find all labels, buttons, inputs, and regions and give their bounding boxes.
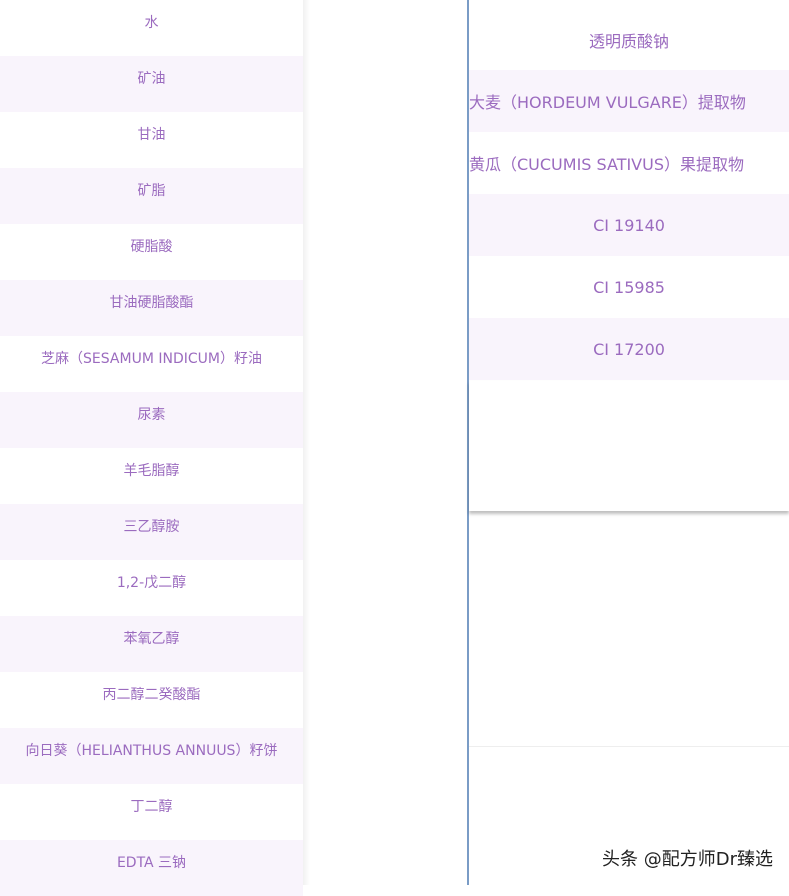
list-item: 矿脂 xyxy=(0,168,303,224)
list-item: 芝麻（SESAMUM INDICUM）籽油 xyxy=(0,336,303,392)
ingredient-name: 三乙醇胺 xyxy=(123,519,180,535)
list-item: 大麦（HORDEUM VULGARE）提取物 xyxy=(469,70,789,132)
ingredient-name: 黄瓜（CUCUMIS SATIVUS）果提取物 xyxy=(469,155,744,174)
ingredient-name: 苯氧乙醇 xyxy=(123,631,180,647)
list-item: 向日葵（HELIANTHUS ANNUUS）籽饼 xyxy=(0,728,303,784)
list-item: 羊毛脂醇 xyxy=(0,448,303,504)
list-item: CI 15985 xyxy=(469,256,789,318)
ingredient-name: 1,2-戊二醇 xyxy=(116,575,187,591)
list-item: 丙二醇二癸酸酯 xyxy=(0,672,303,728)
list-item: 矿油 xyxy=(0,56,303,112)
list-item: 黄瓜（CUCUMIS SATIVUS）果提取物 xyxy=(469,132,789,194)
ingredient-name: 水 xyxy=(144,15,159,31)
ingredient-name: 羊毛脂醇 xyxy=(123,463,180,479)
ingredient-name: CI 17200 xyxy=(593,339,665,359)
ingredient-name: 矿油 xyxy=(137,71,166,87)
list-edge-shadow xyxy=(303,0,310,885)
left-ingredient-list: 水 矿油 甘油 矿脂 硬脂酸 甘油硬脂酸酯 芝麻（SESAMUM INDICUM… xyxy=(0,0,310,896)
list-item: 透明质酸钠 xyxy=(469,0,789,70)
ingredient-name: 向日葵（HELIANTHUS ANNUUS）籽饼 xyxy=(25,743,278,759)
ingredient-name: 透明质酸钠 xyxy=(588,32,669,51)
list-item: 水 xyxy=(0,0,303,56)
empty-card xyxy=(469,381,789,511)
ingredient-name: 丁二醇 xyxy=(130,799,173,815)
ingredient-name: CI 15985 xyxy=(593,277,665,297)
ingredient-name: 尿素 xyxy=(137,407,166,423)
list-item: 苯氧乙醇 xyxy=(0,616,303,672)
separator-line xyxy=(469,746,789,747)
ingredient-name: 甘油硬脂酸酯 xyxy=(109,295,194,311)
ingredient-name: 丙二醇二癸酸酯 xyxy=(102,687,201,703)
ingredient-name: 硬脂酸 xyxy=(130,239,173,255)
list-item: 丁二醇 xyxy=(0,784,303,840)
right-panel: 透明质酸钠 大麦（HORDEUM VULGARE）提取物 黄瓜（CUCUMIS … xyxy=(469,0,789,885)
ingredient-name: CI 19140 xyxy=(593,215,665,235)
list-item: 硬脂酸 xyxy=(0,224,303,280)
ingredient-name: 大麦（HORDEUM VULGARE）提取物 xyxy=(469,93,746,112)
list-item: 甘油硬脂酸酯 xyxy=(0,280,303,336)
ingredient-name: 芝麻（SESAMUM INDICUM）籽油 xyxy=(41,351,262,367)
ingredient-name: 矿脂 xyxy=(137,183,166,199)
list-item: 1,2-戊二醇 xyxy=(0,560,303,616)
ingredient-name: EDTA 三钠 xyxy=(116,855,187,871)
list-item: EDTA 三钠 xyxy=(0,840,303,896)
watermark: 头条 @配方师Dr臻选 xyxy=(602,849,773,870)
list-item: 三乙醇胺 xyxy=(0,504,303,560)
list-item: 尿素 xyxy=(0,392,303,448)
list-item: CI 19140 xyxy=(469,194,789,256)
list-item: CI 17200 xyxy=(469,318,789,380)
list-item: 甘油 xyxy=(0,112,303,168)
right-ingredient-list: 透明质酸钠 大麦（HORDEUM VULGARE）提取物 黄瓜（CUCUMIS … xyxy=(469,0,789,382)
ingredient-name: 甘油 xyxy=(137,127,166,143)
